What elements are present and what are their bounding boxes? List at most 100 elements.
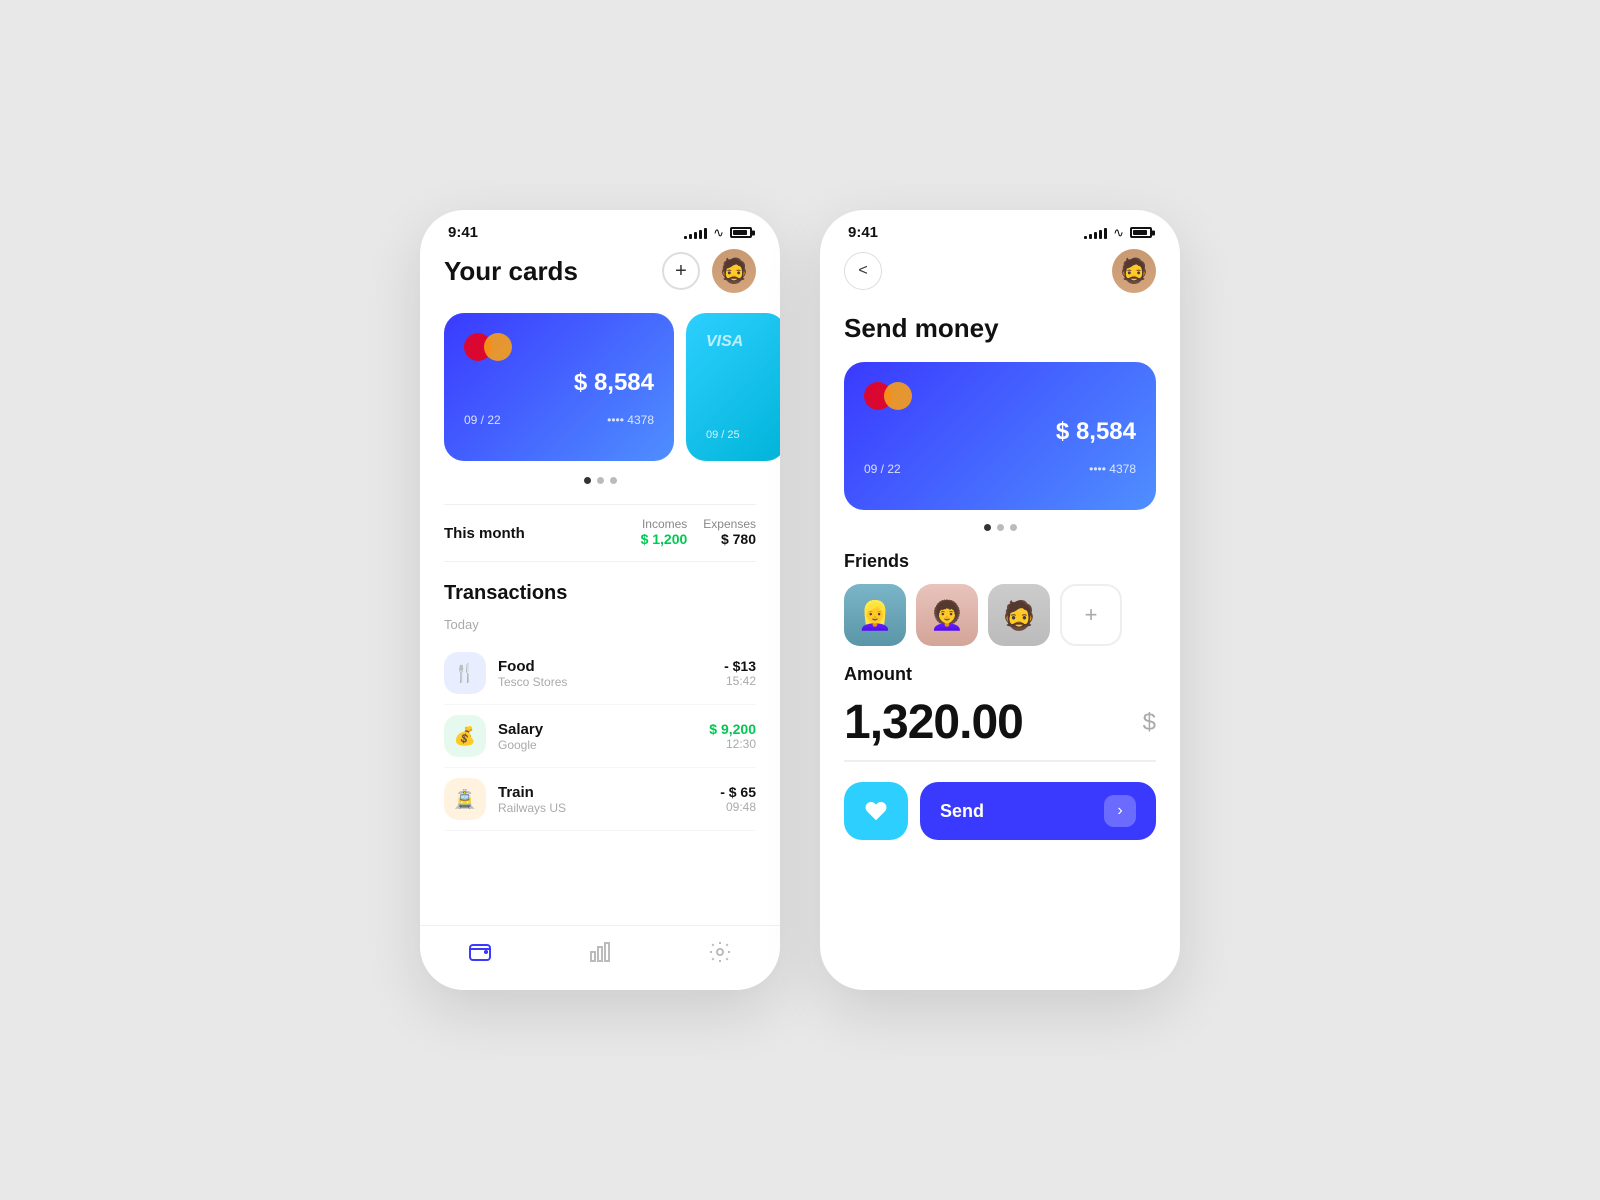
add-friend-button[interactable]: + xyxy=(1060,584,1122,646)
currency-symbol: $ xyxy=(1143,709,1156,737)
right-main-card[interactable]: $ 8,584 09 / 22 •••• 4378 xyxy=(844,362,1156,510)
today-label: Today xyxy=(444,617,756,632)
right-card-bottom: 09 / 22 •••• 4378 xyxy=(864,462,1136,476)
friends-list: 👱‍♀️ 👩‍🦱 🧔 + xyxy=(844,584,1156,646)
card-expiry: 09 / 22 xyxy=(464,413,501,427)
right-signal-icon xyxy=(1084,227,1107,239)
incomes-label: Incomes xyxy=(641,517,688,531)
nav-chart[interactable] xyxy=(588,940,612,970)
nav-wallet[interactable] xyxy=(468,940,492,970)
dot-2 xyxy=(597,477,604,484)
left-phone: 9:41 ∿ Your cards + 🧔 xyxy=(420,210,780,990)
friend-1[interactable]: 👱‍♀️ xyxy=(844,584,906,646)
train-name: Train xyxy=(498,784,720,801)
gear-icon xyxy=(708,940,732,970)
train-time: 09:48 xyxy=(720,800,756,814)
transaction-list: 🍴 Food Tesco Stores - $13 15:42 💰 Salary xyxy=(444,642,756,831)
train-icon: 🚊 xyxy=(444,778,486,820)
salary-amount: $ 9,200 xyxy=(709,721,756,737)
add-card-button[interactable]: + xyxy=(662,252,700,290)
month-stats: This month Incomes $ 1,200 Expenses $ 78… xyxy=(444,504,756,562)
avatar-image: 🧔 xyxy=(712,249,756,293)
send-arrow-icon: › xyxy=(1104,795,1136,827)
food-right: - $13 15:42 xyxy=(724,658,756,688)
card-number: •••• 4378 xyxy=(607,413,654,427)
send-button[interactable]: Send › xyxy=(920,782,1156,840)
right-dot-2 xyxy=(997,524,1004,531)
signal-icon xyxy=(684,227,707,239)
expenses-label: Expenses xyxy=(703,517,756,531)
wifi-icon: ∿ xyxy=(713,225,724,241)
table-row[interactable]: 🚊 Train Railways US - $ 65 09:48 xyxy=(444,768,756,831)
transactions-title: Transactions xyxy=(444,582,756,605)
train-sub: Railways US xyxy=(498,801,720,815)
send-button-label: Send xyxy=(940,801,984,822)
bottom-nav xyxy=(420,925,780,990)
right-battery-icon xyxy=(1130,227,1152,238)
right-avatar[interactable]: 🧔 xyxy=(1112,249,1156,293)
food-name: Food xyxy=(498,658,724,675)
card-bottom: 09 / 22 •••• 4378 xyxy=(464,413,654,427)
friend-2[interactable]: 👩‍🦱 xyxy=(916,584,978,646)
card-dots xyxy=(444,477,756,484)
wallet-icon xyxy=(468,940,492,970)
visa-expiry: 09 / 25 xyxy=(706,429,766,441)
right-mastercard-logo xyxy=(864,382,1136,410)
right-dot-3 xyxy=(1010,524,1017,531)
favorite-button[interactable] xyxy=(844,782,908,840)
main-card[interactable]: $ 8,584 09 / 22 •••• 4378 xyxy=(444,313,674,461)
left-status-bar: 9:41 ∿ xyxy=(420,210,780,249)
mastercard-logo xyxy=(464,333,654,361)
right-status-icons: ∿ xyxy=(1084,225,1152,241)
friends-section: Friends 👱‍♀️ 👩‍🦱 🧔 + xyxy=(844,551,1156,646)
mc-orange-circle xyxy=(484,333,512,361)
left-time: 9:41 xyxy=(448,224,478,241)
dot-3 xyxy=(610,477,617,484)
avatar[interactable]: 🧔 xyxy=(712,249,756,293)
dot-1 xyxy=(584,477,591,484)
cards-carousel: $ 8,584 09 / 22 •••• 4378 VISA 09 / 25 xyxy=(444,313,756,461)
train-right: - $ 65 09:48 xyxy=(720,784,756,814)
salary-info: Salary Google xyxy=(498,721,709,752)
table-row[interactable]: 💰 Salary Google $ 9,200 12:30 xyxy=(444,705,756,768)
right-time: 9:41 xyxy=(848,224,878,241)
month-label: This month xyxy=(444,525,625,542)
right-card-number: •••• 4378 xyxy=(1089,462,1136,476)
food-icon: 🍴 xyxy=(444,652,486,694)
salary-name: Salary xyxy=(498,721,709,738)
table-row[interactable]: 🍴 Food Tesco Stores - $13 15:42 xyxy=(444,642,756,705)
food-amount: - $13 xyxy=(724,658,756,674)
back-button[interactable]: < xyxy=(844,252,882,290)
right-phone: 9:41 ∿ < 🧔 Send money xyxy=(820,210,1180,990)
expenses-value: $ 780 xyxy=(721,531,756,547)
nav-settings[interactable] xyxy=(708,940,732,970)
right-dot-1 xyxy=(984,524,991,531)
left-content: Your cards + 🧔 $ 8,584 09 / 22 •••• 4378 xyxy=(420,249,780,925)
right-header: < 🧔 xyxy=(844,249,1156,293)
friend-1-image: 👱‍♀️ xyxy=(844,584,906,646)
incomes-stat: Incomes $ 1,200 xyxy=(641,517,688,549)
chart-icon xyxy=(588,940,612,970)
card-amount: $ 8,584 xyxy=(464,369,654,397)
heart-icon xyxy=(864,799,888,823)
friend-2-image: 👩‍🦱 xyxy=(916,584,978,646)
right-status-bar: 9:41 ∿ xyxy=(820,210,1180,249)
transactions-section: Transactions Today 🍴 Food Tesco Stores -… xyxy=(444,582,756,831)
right-card-expiry: 09 / 22 xyxy=(864,462,901,476)
train-info: Train Railways US xyxy=(498,784,720,815)
friend-3[interactable]: 🧔 xyxy=(988,584,1050,646)
food-sub: Tesco Stores xyxy=(498,675,724,689)
salary-sub: Google xyxy=(498,738,709,752)
friend-3-image: 🧔 xyxy=(988,584,1050,646)
train-amount: - $ 65 xyxy=(720,784,756,800)
incomes-value: $ 1,200 xyxy=(641,531,688,547)
left-header: Your cards + 🧔 xyxy=(444,249,756,293)
send-title: Send money xyxy=(844,313,1156,344)
amount-value: 1,320.00 xyxy=(844,695,1023,750)
visa-card[interactable]: VISA 09 / 25 xyxy=(686,313,780,461)
salary-icon: 💰 xyxy=(444,715,486,757)
salary-right: $ 9,200 12:30 xyxy=(709,721,756,751)
action-row: Send › xyxy=(844,782,1156,840)
salary-time: 12:30 xyxy=(709,737,756,751)
status-icons: ∿ xyxy=(684,225,752,241)
